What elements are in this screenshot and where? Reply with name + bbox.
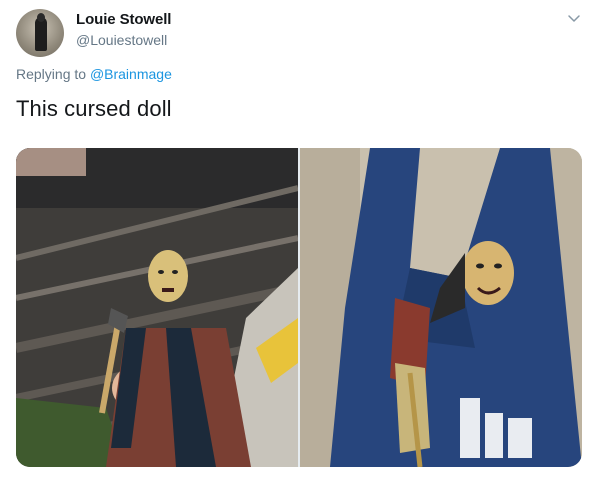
media-photo-1[interactable] [16, 148, 298, 467]
reply-context: Replying to @Brainmage [16, 66, 172, 82]
avatar-figure-head [37, 13, 45, 22]
media-grid [16, 148, 582, 467]
reply-target-link[interactable]: @Brainmage [90, 66, 172, 82]
tweet: Louie Stowell @Louiestowell Replying to … [0, 0, 593, 481]
avatar-figure [35, 17, 47, 51]
chevron-down-icon[interactable] [566, 10, 582, 26]
author-handle[interactable]: @Louiestowell [76, 32, 167, 48]
media-photo-2[interactable] [300, 148, 582, 467]
avatar[interactable] [16, 9, 64, 57]
author-display-name[interactable]: Louie Stowell [76, 11, 171, 28]
reply-prefix: Replying to [16, 66, 87, 82]
tweet-text: This cursed doll [16, 96, 172, 121]
